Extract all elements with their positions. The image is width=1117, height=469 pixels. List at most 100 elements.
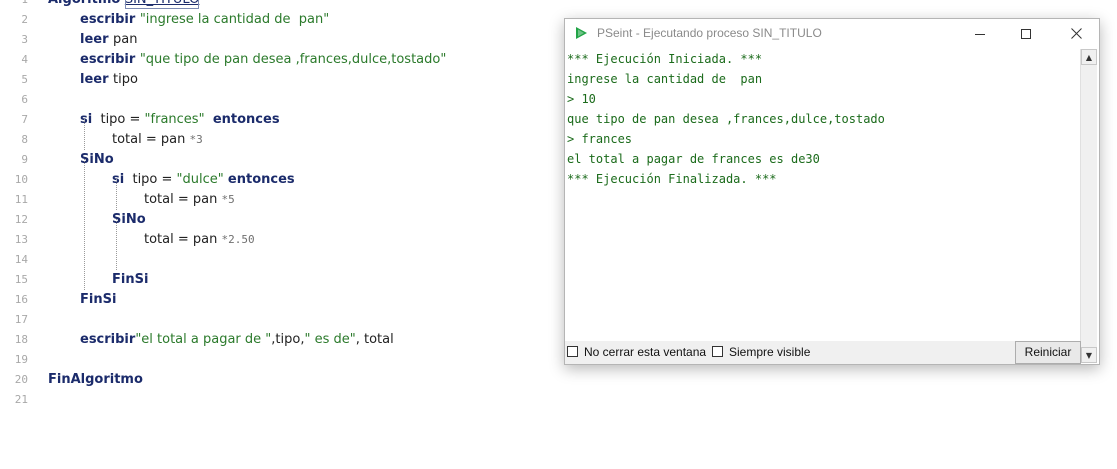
console-window[interactable]: PSeint - Ejecutando proceso SIN_TITULO *… — [564, 18, 1100, 365]
code-text: escribir "ingrese la cantidad de pan" — [80, 10, 329, 30]
code-token: tipo — [113, 72, 138, 87]
code-text: FinSi — [80, 290, 116, 310]
keyword-token: escribir — [80, 12, 140, 27]
line-number: 15 — [14, 273, 28, 286]
output-line: el total a pagar de frances es de30 — [567, 152, 820, 166]
line-number: 19 — [14, 353, 28, 366]
console-output[interactable]: *** Ejecución Iniciada. *** ingrese la ca… — [567, 49, 1079, 339]
string-token: "que tipo de pan desea ,frances,dulce,to… — [139, 52, 447, 67]
line-number: 21 — [14, 393, 28, 406]
code-token: , total — [355, 332, 394, 347]
code-token: total = pan — [144, 232, 222, 247]
line-number: 16 — [14, 293, 28, 306]
scroll-up-button[interactable]: ▲ — [1081, 49, 1097, 65]
keyword-token: Algoritmo — [48, 0, 125, 7]
code-text: escribir"el total a pagar de ",tipo," es… — [80, 330, 394, 350]
code-text: leer pan — [80, 30, 138, 50]
code-text: total = pan *3 — [112, 130, 203, 150]
code-token: tipo = — [124, 172, 177, 187]
console-footer: No cerrar esta ventana Siempre visible R… — [565, 341, 1081, 364]
arrow-down-icon: ▼ — [1085, 350, 1093, 360]
code-token: tipo = — [92, 112, 145, 127]
code-text: FinSi — [112, 270, 148, 290]
pseint-logo-icon — [576, 27, 587, 39]
output-line: que tipo de pan desea ,frances,dulce,tos… — [567, 112, 885, 126]
code-token: total = pan — [144, 192, 222, 207]
line-number: 9 — [21, 153, 28, 166]
minimize-button[interactable] — [957, 19, 1003, 48]
keyword-token: FinSi — [80, 292, 117, 307]
keyword-token: si — [80, 112, 93, 127]
keyword-token: entonces — [212, 112, 280, 127]
always-visible-checkbox[interactable] — [712, 346, 723, 357]
line-number: 10 — [14, 173, 28, 186]
maximize-icon — [1021, 28, 1031, 39]
string-token: "ingrese la cantidad de pan" — [139, 12, 330, 27]
maximize-button[interactable] — [1003, 19, 1049, 48]
code-text: FinAlgoritmo — [48, 370, 143, 390]
number-token: *5 — [221, 193, 235, 206]
output-line: *** Ejecución Finalizada. *** — [567, 172, 777, 186]
line-number: 18 — [14, 333, 28, 346]
line-number: 7 — [21, 113, 28, 126]
code-token: ,tipo, — [271, 332, 305, 347]
line-number: 3 — [21, 33, 28, 46]
code-token: pan — [113, 32, 138, 47]
code-text: si tipo = "dulce" entonces — [112, 170, 295, 190]
line-number: 4 — [21, 53, 28, 66]
minimize-icon — [975, 33, 985, 35]
line-number: 6 — [21, 93, 28, 106]
code-token: total = pan — [112, 132, 190, 147]
keyword-token: SiNo — [80, 152, 114, 167]
code-text: leer tipo — [80, 70, 138, 90]
line-number: 5 — [21, 73, 28, 86]
line-number: 1 — [0, 0, 28, 10]
indent-guide — [116, 179, 117, 210]
code-text: total = pan *2.50 — [144, 230, 255, 250]
vertical-scrollbar[interactable]: ▲ ▼ — [1080, 49, 1097, 363]
code-text: SiNo — [80, 150, 114, 170]
close-icon — [1070, 28, 1082, 39]
keyword-token: leer — [80, 32, 114, 47]
title-bar[interactable]: PSeint - Ejecutando proceso SIN_TITULO — [565, 19, 1099, 48]
indent-guide — [84, 159, 85, 290]
keyword-token: entonces — [227, 172, 295, 187]
output-line: *** Ejecución Iniciada. *** — [567, 52, 763, 66]
restart-button[interactable]: Reiniciar — [1015, 341, 1081, 364]
keyword-token: leer — [80, 72, 114, 87]
code-text: total = pan *5 — [144, 190, 235, 210]
line-number: 12 — [14, 213, 28, 226]
line-number: 2 — [21, 13, 28, 26]
line-number: 14 — [14, 253, 28, 266]
output-line: > 10 — [567, 92, 596, 106]
indent-guide — [84, 119, 85, 150]
arrow-up-icon: ▲ — [1085, 52, 1093, 62]
keyword-token: FinSi — [112, 272, 149, 287]
scroll-down-button[interactable]: ▼ — [1081, 347, 1097, 363]
always-visible-label[interactable]: Siempre visible — [729, 341, 810, 364]
keyword-token: FinAlgoritmo — [48, 372, 143, 387]
window-title: PSeint - Ejecutando proceso SIN_TITULO — [597, 26, 822, 40]
string-token: "frances" — [144, 112, 205, 127]
close-button[interactable] — [1053, 19, 1099, 48]
line-number: 11 — [14, 193, 28, 206]
keyword-token: si — [112, 172, 125, 187]
number-token: *2.50 — [221, 233, 255, 246]
code-text: SiNo — [112, 210, 146, 230]
indent-guide — [116, 219, 117, 270]
number-token: *3 — [189, 133, 203, 146]
keyword-token: SiNo — [112, 212, 146, 227]
string-token: "dulce" — [176, 172, 224, 187]
line-number: 8 — [21, 133, 28, 146]
no-close-label[interactable]: No cerrar esta ventana — [584, 341, 706, 364]
keyword-token: escribir — [80, 52, 140, 67]
no-close-checkbox[interactable] — [567, 346, 578, 357]
output-line: > frances — [567, 132, 633, 146]
string-token: "el total a pagar de " — [135, 332, 272, 347]
code-text: si tipo = "frances" entonces — [80, 110, 280, 130]
line-number: 17 — [14, 313, 28, 326]
code-text: escribir "que tipo de pan desea ,frances… — [80, 50, 446, 70]
line-number: 13 — [14, 233, 28, 246]
keyword-token: escribir — [80, 332, 136, 347]
